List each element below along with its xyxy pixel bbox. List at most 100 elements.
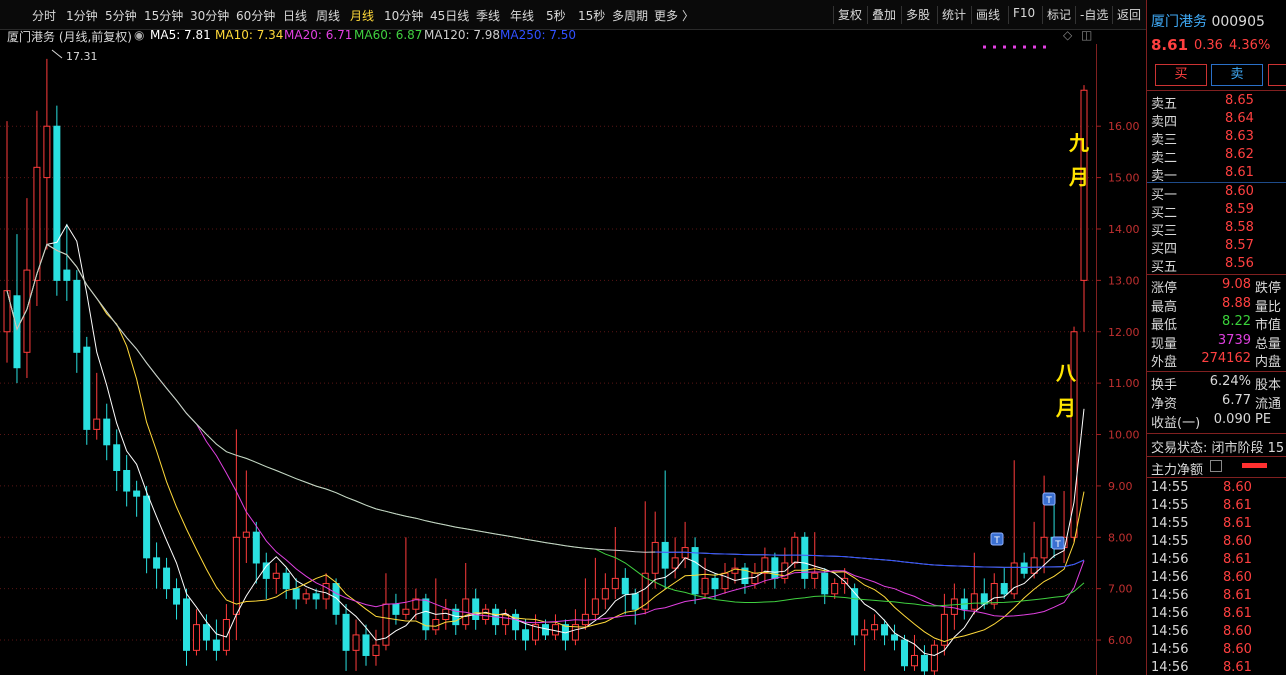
stat-label: 收益(一) <box>1151 416 1201 431</box>
t-marker-label: T <box>993 536 1000 546</box>
candle-up <box>751 572 759 585</box>
candle-down <box>522 629 530 641</box>
bid-row[interactable]: 买三 8.58 <box>1147 220 1286 239</box>
diamond-icon[interactable]: ◇ <box>1063 28 1072 42</box>
toolbar-divider <box>867 6 868 24</box>
ma-toggle-icon[interactable]: ◉ <box>134 28 144 42</box>
tick-price: 8.60 <box>1223 534 1252 549</box>
candle-down <box>123 469 131 492</box>
candle-up <box>611 577 619 590</box>
candle-up <box>861 629 869 636</box>
toolbar-divider <box>971 6 972 24</box>
candle-down <box>512 613 520 631</box>
kline-chart[interactable]: 16.00 15.00 14.00 13.00 12.00 11.00 10.00 9.00 8… <box>0 44 1145 675</box>
toolbar-divider <box>1042 6 1043 24</box>
stat-tail: 跌停 <box>1255 281 1282 296</box>
ask-row[interactable]: 卖二 8.62 <box>1147 147 1286 166</box>
candle-down <box>133 490 141 497</box>
list-icon[interactable] <box>1210 460 1222 472</box>
layout-icon[interactable]: ◫ <box>1081 28 1092 42</box>
more-chevron-icon[interactable]: 〉 <box>682 7 694 24</box>
toolbar-button-2[interactable]: 多股 <box>906 6 930 23</box>
stat-tail: 市值 <box>1255 318 1282 333</box>
toolbar-button-1[interactable]: 叠加 <box>872 6 896 23</box>
stat-row: 收益(一) 0.090 PE <box>1147 412 1286 431</box>
main-flow-bar <box>1242 463 1267 468</box>
trade-status: 交易状态: 闭市阶段 15 <box>1151 441 1285 456</box>
price-change-pct: 4.36% <box>1229 38 1271 53</box>
period-tab-15[interactable]: 多周期 <box>612 7 648 24</box>
price-tick-label: 8.00 <box>1108 531 1133 544</box>
tick-price: 8.61 <box>1223 552 1252 567</box>
period-tab-13[interactable]: 5秒 <box>546 7 566 24</box>
period-tab-12[interactable]: 年线 <box>510 7 534 24</box>
stat-label: 最高 <box>1151 299 1178 315</box>
period-tab-14[interactable]: 15秒 <box>578 7 605 24</box>
period-tab-10[interactable]: 45日线 <box>430 7 469 24</box>
period-tab-7[interactable]: 周线 <box>316 7 340 24</box>
candle-down <box>173 588 181 605</box>
stat-row: 净资 6.77 流通 <box>1147 393 1286 412</box>
candle-down <box>771 557 779 579</box>
period-tab-3[interactable]: 15分钟 <box>144 7 183 24</box>
candle-down <box>881 624 889 636</box>
bid-row[interactable]: 买二 8.59 <box>1147 202 1286 221</box>
period-tab-6[interactable]: 日线 <box>283 7 307 24</box>
period-toolbar: 分时 1分钟 5分钟 15分钟 30分钟 60分钟 日线 周线 月线 10分钟 45日线 季线 年线 5秒… <box>0 0 1286 30</box>
tick-time: 14:56 <box>1151 624 1189 639</box>
period-tab-5[interactable]: 60分钟 <box>236 7 275 24</box>
bid-row[interactable]: 买五 8.56 <box>1147 256 1286 275</box>
tick-row: 14:55 8.60 <box>1147 534 1286 552</box>
candle-up <box>222 619 230 651</box>
period-tab-16[interactable]: 更多 <box>654 7 678 24</box>
toolbar-button-0[interactable]: 复权 <box>838 6 862 23</box>
chart-header: 厦门港务 (月线,前复权) ◉ MA5: 7.81 MA10: 7.34 MA20:… <box>0 28 1145 44</box>
ask-row[interactable]: 卖四 8.64 <box>1147 111 1286 130</box>
stat-tail: 内盘 <box>1255 355 1282 370</box>
stat-label: 外盘 <box>1151 355 1178 370</box>
stock-code: 000905 <box>1211 14 1265 30</box>
last-price: 8.61 <box>1151 36 1189 54</box>
period-tab-9[interactable]: 10分钟 <box>384 7 423 24</box>
sell-button[interactable]: 卖 <box>1211 64 1263 86</box>
candle-up <box>791 536 799 564</box>
period-tab-8[interactable]: 月线 <box>350 7 374 24</box>
bid-row[interactable]: 买一 8.60 <box>1147 184 1286 203</box>
toolbar-button-3[interactable]: 统计 <box>942 6 966 23</box>
candle-down <box>312 593 320 600</box>
ma-legend-5: MA250: 7.50 <box>500 28 577 42</box>
period-tab-1[interactable]: 1分钟 <box>66 7 98 24</box>
toolbar-button-7[interactable]: -自选 <box>1080 6 1108 23</box>
more-trade-button[interactable] <box>1268 64 1286 86</box>
candle-up <box>811 572 819 579</box>
toolbar-button-5[interactable]: F10 <box>1013 6 1035 20</box>
price-tick-label: 9.00 <box>1108 480 1133 493</box>
toolbar-button-4[interactable]: 画线 <box>976 6 1000 23</box>
ma-legend-1: MA10: 7.34 <box>215 28 284 42</box>
ask-row[interactable]: 卖三 8.63 <box>1147 129 1286 148</box>
ask-row[interactable]: 卖五 8.65 <box>1147 93 1286 112</box>
toolbar-divider <box>937 6 938 24</box>
period-tab-2[interactable]: 5分钟 <box>105 7 137 24</box>
stat-row: 外盘 274162 内盘 <box>1147 351 1286 370</box>
candle-up <box>93 418 101 430</box>
bid-row[interactable]: 买四 8.57 <box>1147 238 1286 257</box>
candle-down <box>13 295 21 369</box>
stat-value: 3739 <box>1217 332 1251 348</box>
tick-time: 14:55 <box>1151 498 1189 513</box>
price-tick-label: 13.00 <box>1108 274 1140 287</box>
period-tab-11[interactable]: 季线 <box>476 7 500 24</box>
period-tab-4[interactable]: 30分钟 <box>190 7 229 24</box>
candle-up <box>1040 536 1048 559</box>
toolbar-button-8[interactable]: 返回 <box>1117 6 1141 23</box>
chart-annotation: 月 <box>1068 165 1089 189</box>
ask-row[interactable]: 卖一 8.61 <box>1147 165 1286 184</box>
price-tick-label: 6.00 <box>1108 634 1133 647</box>
stat-row: 现量 3739 总量 <box>1147 332 1286 352</box>
toolbar-button-6[interactable]: 标记 <box>1047 6 1071 23</box>
candle-down <box>183 598 190 651</box>
buy-button[interactable]: 买 <box>1155 64 1207 86</box>
period-tab-0[interactable]: 分时 <box>32 7 56 24</box>
candle-up <box>372 644 380 656</box>
bid-label: 买四 <box>1151 242 1178 257</box>
